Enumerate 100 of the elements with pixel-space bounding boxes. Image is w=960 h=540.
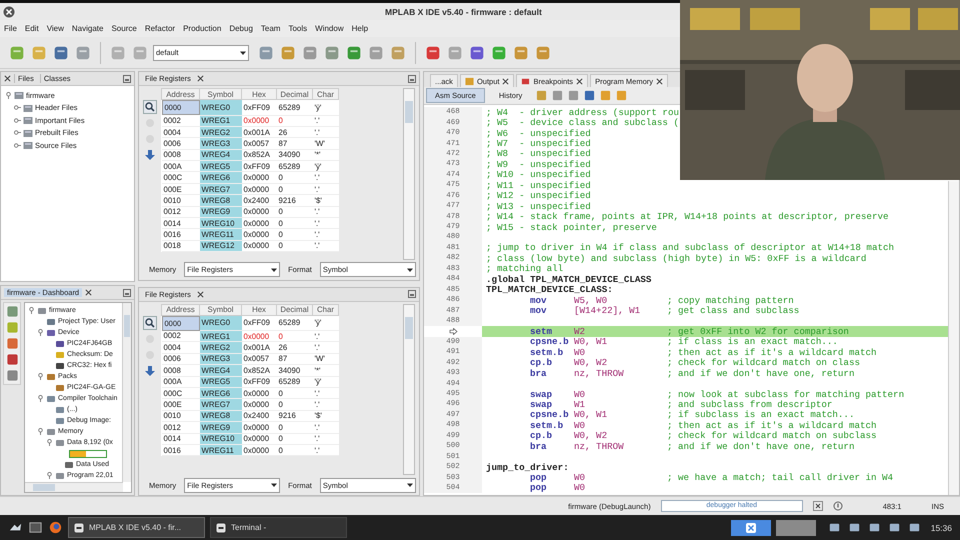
expanded-toggle-icon[interactable] — [37, 428, 44, 435]
code-comment: ; check for wildcard match on subclass — [667, 430, 877, 442]
code-comment: ; W15 - stack pointer, preserve — [486, 222, 657, 233]
code-operands: W0 — [574, 388, 586, 400]
code-comment: ; W6 - unspecified — [486, 128, 591, 139]
clock: 15:36 — [930, 522, 952, 532]
close-icon[interactable] — [812, 501, 823, 511]
search-icon[interactable] — [143, 100, 157, 114]
scrollbar[interactable] — [403, 88, 415, 260]
code-operands: W0 — [574, 472, 586, 484]
program-counter-arrow-icon — [448, 328, 458, 335]
code-operands: W5, W0 — [574, 294, 608, 306]
sidebar-tool-icon[interactable] — [6, 305, 18, 318]
collapsed-toggle-icon[interactable] — [14, 142, 21, 149]
minimize-icon[interactable] — [408, 290, 416, 298]
code-comment: ; W4 - driver address (support rou — [486, 106, 679, 118]
code-operands: W1 — [574, 398, 586, 410]
close-icon[interactable] — [576, 78, 584, 84]
node-icon — [46, 426, 56, 436]
code-instruction: swap — [530, 398, 554, 410]
breakpoint-icon — [521, 76, 530, 86]
taskbar-window-button[interactable]: MPLAB X IDE v5.40 - fir... — [68, 517, 205, 538]
expanded-toggle-icon[interactable] — [37, 329, 44, 336]
expanded-toggle-icon[interactable] — [46, 472, 53, 479]
down-arrow-icon[interactable] — [143, 364, 157, 378]
terminal-icon[interactable] — [28, 520, 43, 535]
menu-item[interactable]: Refactor — [144, 24, 176, 33]
close-icon[interactable] — [502, 78, 510, 84]
node-icon — [55, 416, 65, 426]
notification-icon[interactable] — [832, 501, 843, 511]
code-comment: ; W8 - unspecified — [486, 148, 591, 160]
node-icon — [64, 460, 74, 470]
scrollbar[interactable] — [122, 303, 131, 482]
node-icon — [55, 404, 65, 414]
code-comment: ; we have a match; tail call driver in W4 — [667, 472, 894, 484]
menu-item[interactable]: Source — [111, 24, 137, 33]
minimize-icon[interactable] — [123, 288, 131, 296]
scrollbar[interactable] — [948, 181, 959, 495]
menu-item[interactable]: File — [4, 24, 17, 33]
code-label: TPL_MATCH_DEVICE_CLASS: — [486, 284, 613, 296]
expanded-toggle-icon[interactable] — [46, 439, 53, 446]
code-operands: W0 — [574, 346, 586, 358]
close-icon[interactable] — [3, 6, 15, 18]
code-operands: W0 — [574, 482, 586, 494]
close-icon[interactable] — [656, 78, 663, 84]
search-icon[interactable] — [143, 316, 157, 330]
code-instruction: swap — [530, 388, 554, 400]
code-operands: W0 — [574, 420, 586, 431]
close-icon[interactable] — [85, 289, 92, 296]
menu-item[interactable]: View — [46, 24, 64, 33]
minimize-icon[interactable] — [408, 74, 416, 82]
node-icon — [55, 360, 65, 370]
sidebar-tool-icon[interactable] — [6, 353, 18, 366]
code-instruction: mov — [530, 305, 548, 316]
menu-item[interactable]: Tools — [288, 24, 308, 33]
node-icon — [46, 316, 56, 326]
editor-tool-icon[interactable] — [584, 90, 596, 101]
menu-item[interactable]: Debug — [229, 24, 253, 33]
code-comment: ; W13 - unspecified — [486, 200, 591, 212]
code-comment: ; class (low byte) and subclass (high byte) in W5: 0xFF is a wildcard — [486, 252, 866, 264]
sidebar-tool-icon[interactable] — [6, 369, 18, 382]
app-icon — [216, 522, 226, 532]
close-icon[interactable] — [4, 75, 11, 82]
code-operands: nz, THROW — [574, 368, 625, 379]
close-icon[interactable] — [196, 75, 204, 82]
code-instruction: setm — [530, 326, 554, 337]
close-icon[interactable] — [196, 290, 204, 298]
node-icon — [55, 350, 65, 360]
expanded-toggle-icon[interactable] — [5, 92, 12, 99]
menu-item[interactable]: Production — [183, 24, 222, 33]
node-icon — [46, 394, 56, 404]
horizontal-scrollbar[interactable] — [25, 482, 123, 492]
expanded-toggle-icon[interactable] — [37, 373, 44, 380]
collapsed-toggle-icon[interactable] — [14, 116, 21, 124]
menu-item[interactable]: Edit — [24, 24, 39, 33]
code-comment: ; and if we don't have one, return — [667, 440, 854, 452]
sidebar-tool-icon[interactable] — [6, 337, 18, 350]
menu-item[interactable]: Navigate — [72, 24, 104, 33]
collapsed-toggle-icon[interactable] — [14, 129, 21, 136]
code-instruction: pop — [530, 482, 548, 494]
taskbar-window-button[interactable]: Terminal - — [210, 517, 347, 538]
down-arrow-icon[interactable] — [143, 148, 157, 162]
code-instruction: pop — [530, 472, 548, 484]
menu-item[interactable]: Help — [352, 24, 368, 33]
window-title: MPLAB X IDE v5.40 - firmware : default — [385, 6, 542, 16]
code-comment: ; W10 - unspecified — [486, 169, 591, 180]
editor-tool-icon[interactable] — [568, 90, 580, 101]
editor-tool-icon[interactable] — [552, 90, 564, 101]
node-icon — [55, 470, 65, 480]
expanded-toggle-icon[interactable] — [28, 307, 35, 314]
code-directive: .global TPL_MATCH_DEVICE_CLASS — [486, 274, 652, 285]
code-comment: ; W11 - unspecified — [486, 180, 591, 191]
code-instruction: cpsne.b — [530, 336, 570, 348]
expanded-toggle-icon[interactable] — [37, 395, 44, 402]
node-icon — [46, 328, 56, 338]
scrollbar[interactable] — [403, 304, 415, 475]
menu-item[interactable]: Team — [260, 24, 280, 33]
collapsed-toggle-icon[interactable] — [14, 104, 21, 112]
menu-item[interactable]: Window — [315, 24, 344, 33]
minimize-icon[interactable] — [123, 74, 131, 82]
